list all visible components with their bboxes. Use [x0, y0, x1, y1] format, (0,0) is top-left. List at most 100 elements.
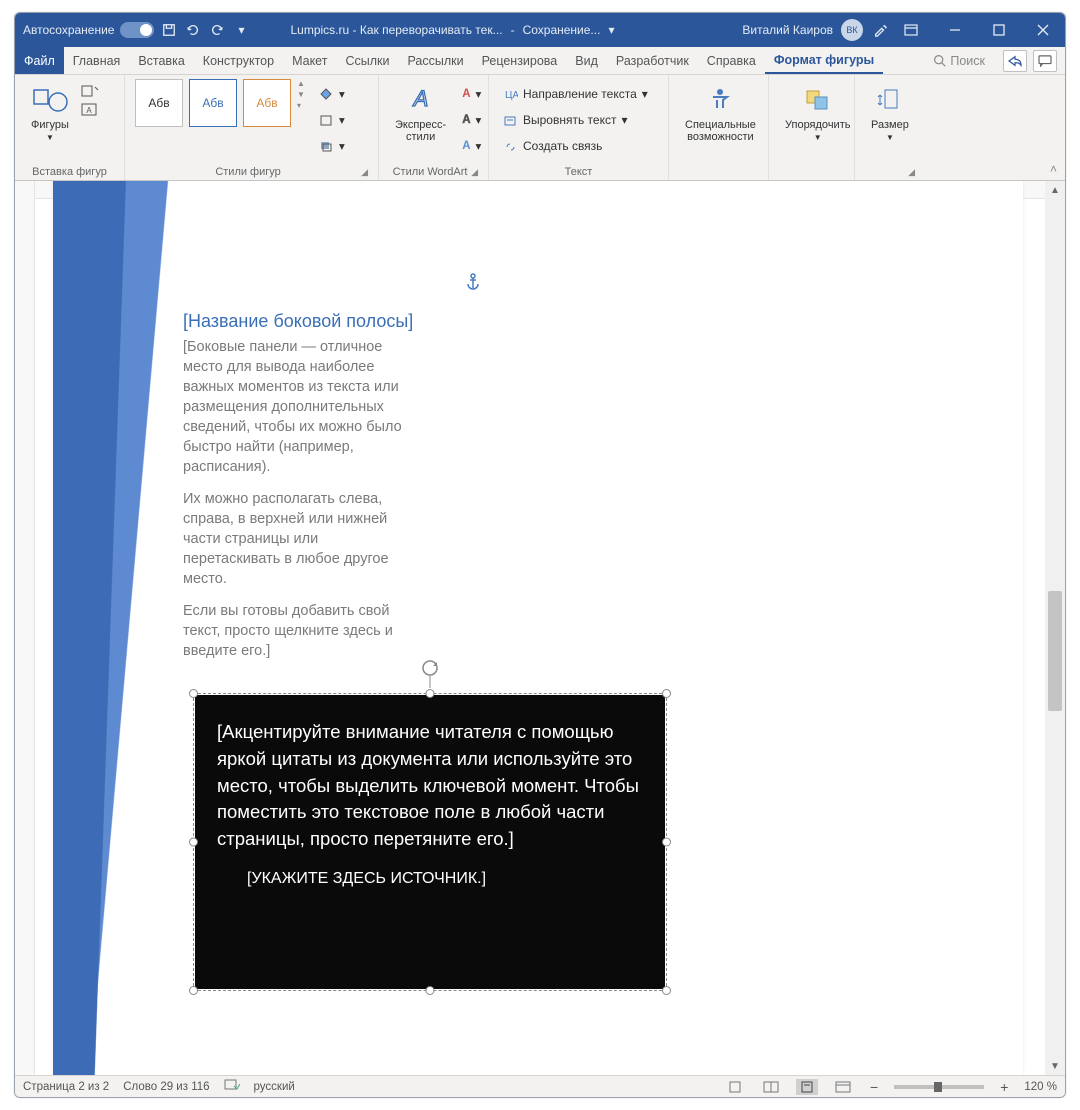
- tab-design[interactable]: Конструктор: [194, 47, 283, 74]
- size-label: Размер: [871, 119, 909, 131]
- page-indicator[interactable]: Страница 2 из 2: [23, 1081, 109, 1093]
- ribbon: Фигуры ▼ A Вставка фигур Абв Абв Абв ▲ ▼…: [15, 75, 1065, 181]
- tab-view[interactable]: Вид: [566, 47, 607, 74]
- text-effects-button[interactable]: A▾: [458, 135, 485, 157]
- anchor-icon: [465, 273, 481, 296]
- wordart-launcher-icon[interactable]: ◢: [471, 167, 478, 178]
- zoom-out-button[interactable]: −: [868, 1079, 880, 1095]
- vertical-ruler[interactable]: [15, 181, 35, 1075]
- quote-text[interactable]: [Акцентируйте внимание читателя с помощь…: [217, 719, 643, 853]
- rotation-handle[interactable]: [420, 658, 440, 678]
- svg-text:ЦА: ЦА: [505, 90, 518, 101]
- title-dropdown-icon[interactable]: ▾: [608, 23, 614, 37]
- accessibility-label: Специальные возможности: [685, 119, 756, 143]
- close-button[interactable]: [1021, 13, 1065, 47]
- sidebar-title[interactable]: [Название боковой полосы]: [183, 311, 413, 332]
- minimize-button[interactable]: [933, 13, 977, 47]
- tab-layout[interactable]: Макет: [283, 47, 336, 74]
- zoom-in-button[interactable]: +: [998, 1079, 1010, 1095]
- title-sep: -: [511, 23, 515, 37]
- search-placeholder: Поиск: [950, 54, 985, 68]
- svg-text:A: A: [86, 106, 92, 115]
- wordart-styles-button[interactable]: A Экспресс-стили: [389, 79, 452, 147]
- text-outline-button[interactable]: A▾: [458, 109, 485, 131]
- user-avatar[interactable]: ВК: [841, 19, 863, 41]
- word-count[interactable]: Слово 29 из 116: [123, 1081, 209, 1093]
- zoom-slider[interactable]: [894, 1085, 984, 1089]
- text-align-button[interactable]: Выровнять текст ▾: [499, 109, 652, 131]
- shapes-gallery-button[interactable]: Фигуры ▼: [25, 79, 75, 146]
- accessibility-button[interactable]: Специальные возможности: [679, 79, 762, 147]
- edit-shape-icon[interactable]: [81, 85, 99, 99]
- shape-style-2[interactable]: Абв: [189, 79, 237, 127]
- autosave-label: Автосохранение: [23, 23, 114, 37]
- zoom-level[interactable]: 120 %: [1024, 1081, 1057, 1093]
- tab-insert[interactable]: Вставка: [129, 47, 193, 74]
- search-box[interactable]: Поиск: [933, 47, 995, 74]
- tab-references[interactable]: Ссылки: [336, 47, 398, 74]
- shape-styles-launcher-icon[interactable]: ◢: [361, 167, 368, 178]
- shape-effects-button[interactable]: ▾: [315, 135, 349, 157]
- styles-scroll-up-icon[interactable]: ▲: [297, 79, 309, 88]
- quote-textbox[interactable]: [Акцентируйте внимание читателя с помощь…: [195, 695, 665, 989]
- shape-outline-button[interactable]: ▾: [315, 109, 349, 131]
- textbox-icon[interactable]: A: [81, 103, 99, 117]
- styles-more-icon[interactable]: ▾: [297, 101, 309, 110]
- wordart-group-label: Стили WordArt: [389, 164, 471, 178]
- tab-review[interactable]: Рецензирова: [473, 47, 567, 74]
- tab-home[interactable]: Главная: [64, 47, 130, 74]
- create-link-button[interactable]: Создать связь: [499, 135, 652, 157]
- shape-fill-button[interactable]: ▾: [315, 83, 349, 105]
- svg-text:A: A: [411, 86, 428, 111]
- read-view-icon[interactable]: [760, 1079, 782, 1095]
- sidebar-shape[interactable]: [53, 181, 183, 1075]
- save-icon[interactable]: [160, 21, 178, 39]
- document-area[interactable]: [Название боковой полосы] [Боковые панел…: [15, 181, 1045, 1075]
- web-layout-view-icon[interactable]: [832, 1079, 854, 1095]
- tab-file[interactable]: Файл: [15, 47, 64, 74]
- arrange-label: Упорядочить: [785, 119, 850, 131]
- app-window: Автосохранение ▾ Lumpics.ru - Как перево…: [14, 12, 1066, 1098]
- wordart-styles-label: Экспресс-стили: [395, 119, 446, 143]
- scroll-up-icon[interactable]: ▲: [1045, 181, 1065, 199]
- scroll-thumb[interactable]: [1048, 591, 1062, 711]
- qat-dropdown-icon[interactable]: ▾: [232, 21, 250, 39]
- size-launcher-icon[interactable]: ◢: [908, 167, 915, 178]
- text-fill-button[interactable]: A▾: [458, 83, 485, 105]
- share-button[interactable]: [1003, 50, 1027, 72]
- arrange-button[interactable]: Упорядочить▼: [779, 79, 856, 146]
- autosave-toggle[interactable]: [120, 22, 154, 38]
- ribbon-display-icon[interactable]: [889, 13, 933, 47]
- drawing-mode-icon[interactable]: [871, 21, 889, 39]
- undo-icon[interactable]: [184, 21, 202, 39]
- tab-mailings[interactable]: Рассылки: [398, 47, 472, 74]
- ribbon-tabs: Файл Главная Вставка Конструктор Макет С…: [15, 47, 1065, 75]
- redo-icon[interactable]: [208, 21, 226, 39]
- status-bar: Страница 2 из 2 Слово 29 из 116 русский …: [15, 1075, 1065, 1097]
- scroll-down-icon[interactable]: ▼: [1045, 1057, 1065, 1075]
- collapse-ribbon-icon[interactable]: ˄: [1050, 162, 1057, 176]
- size-button[interactable]: Размер▼: [865, 79, 915, 146]
- quote-source[interactable]: [УКАЖИТЕ ЗДЕСЬ ИСТОЧНИК.]: [247, 867, 643, 890]
- page[interactable]: [Название боковой полосы] [Боковые панел…: [53, 181, 1023, 1075]
- language-indicator[interactable]: русский: [254, 1081, 295, 1093]
- tab-shape-format[interactable]: Формат фигуры: [765, 47, 883, 74]
- text-direction-button[interactable]: ЦАНаправление текста ▾: [499, 83, 652, 105]
- tab-developer[interactable]: Разработчик: [607, 47, 698, 74]
- doc-title: Lumpics.ru - Как переворачивать тек...: [290, 23, 502, 37]
- tab-help[interactable]: Справка: [698, 47, 765, 74]
- shape-style-1[interactable]: Абв: [135, 79, 183, 127]
- sidebar-text[interactable]: [Боковые панели — отличное место для выв…: [183, 337, 413, 673]
- text-group-label: Текст: [499, 164, 658, 178]
- shape-styles-group-label: Стили фигур: [135, 164, 361, 178]
- print-layout-view-icon[interactable]: [796, 1079, 818, 1095]
- comments-button[interactable]: [1033, 50, 1057, 72]
- maximize-button[interactable]: [977, 13, 1021, 47]
- user-name: Виталий Каиров: [742, 23, 833, 37]
- focus-view-icon[interactable]: [724, 1079, 746, 1095]
- vertical-scrollbar[interactable]: ▲ ▼: [1045, 181, 1065, 1075]
- spellcheck-icon[interactable]: [224, 1078, 240, 1095]
- styles-scroll-down-icon[interactable]: ▼: [297, 90, 309, 99]
- shape-style-3[interactable]: Абв: [243, 79, 291, 127]
- insert-shapes-group-label: Вставка фигур: [25, 164, 114, 178]
